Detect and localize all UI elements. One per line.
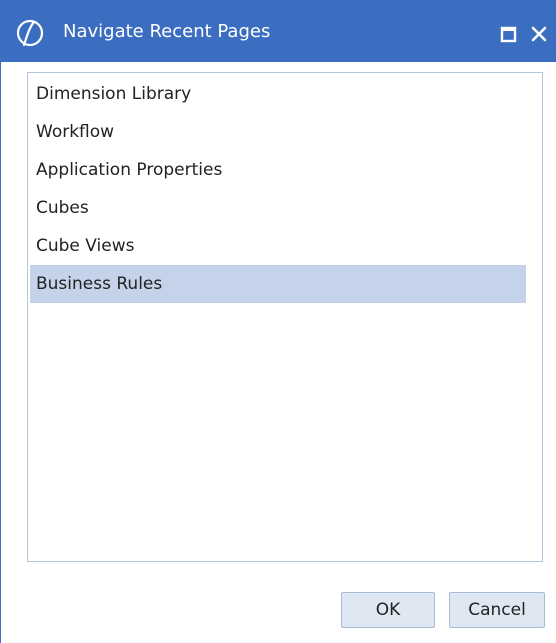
dialog-title: Navigate Recent Pages [63, 21, 271, 42]
onestream-logo-icon [15, 18, 45, 48]
ok-button[interactable]: OK [341, 592, 435, 628]
close-icon[interactable] [528, 23, 550, 45]
recent-pages-list[interactable]: Dimension Library Workflow Application P… [27, 72, 543, 562]
list-item-application-properties[interactable]: Application Properties [30, 151, 526, 189]
list-item-business-rules[interactable]: Business Rules [30, 265, 526, 303]
list-item-dimension-library[interactable]: Dimension Library [30, 75, 526, 113]
list-item-cubes[interactable]: Cubes [30, 189, 526, 227]
navigate-recent-pages-dialog: Navigate Recent Pages Dimension Library … [0, 0, 556, 643]
list-item-cube-views[interactable]: Cube Views [30, 227, 526, 265]
maximize-icon[interactable] [499, 25, 519, 45]
cancel-button[interactable]: Cancel [449, 592, 545, 628]
list-item-workflow[interactable]: Workflow [30, 113, 526, 151]
title-bar: Navigate Recent Pages [1, 0, 556, 62]
